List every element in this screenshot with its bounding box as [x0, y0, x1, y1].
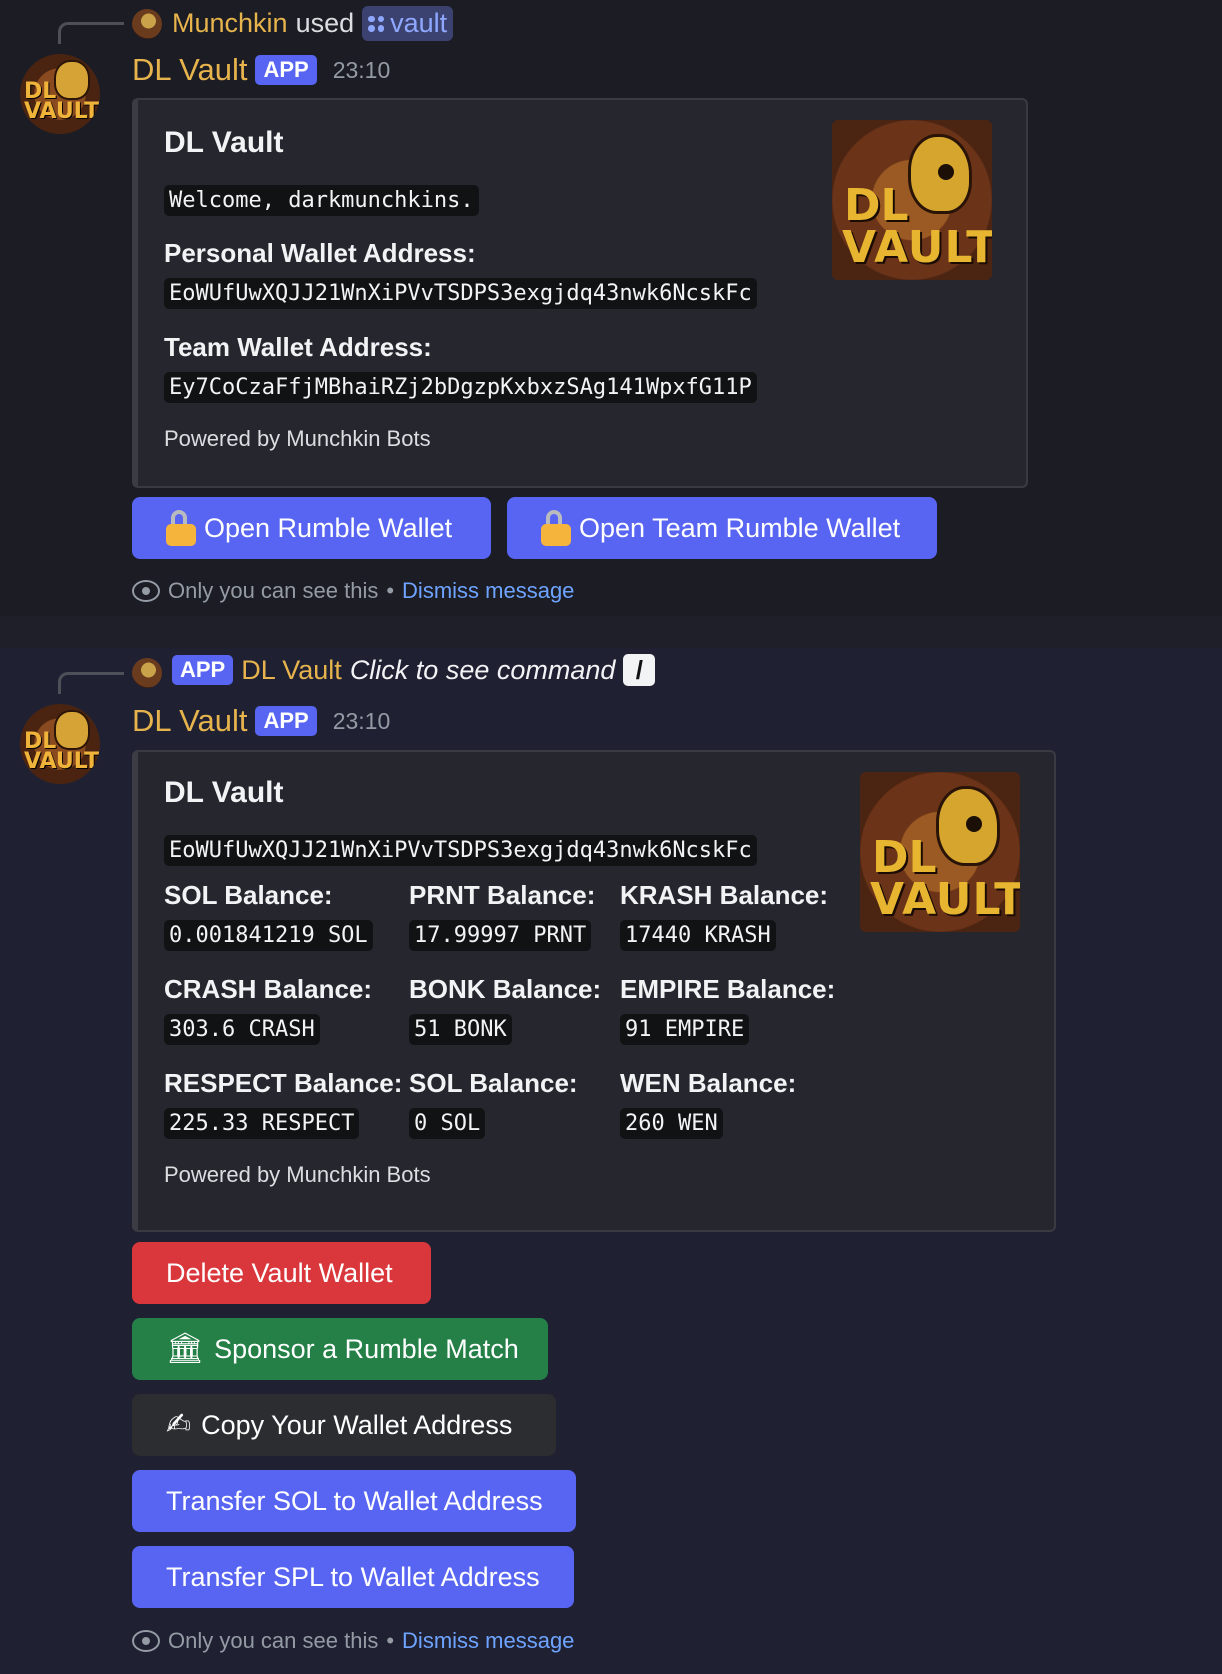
open-rumble-wallet-button[interactable]: Open Rumble Wallet — [132, 497, 491, 559]
message-header: DL Vault APP 23:10 — [132, 52, 390, 88]
embed-footer: Powered by Munchkin Bots — [164, 1162, 431, 1187]
balance-value: 17440 KRASH — [620, 920, 776, 951]
embed-footer: Powered by Munchkin Bots — [164, 426, 431, 451]
balance-label: KRASH Balance: — [620, 880, 829, 910]
ephemeral-notice: Only you can see this • Dismiss message — [132, 578, 574, 604]
bot-name[interactable]: DL Vault — [132, 703, 247, 739]
message-header: DL Vault APP 23:10 — [132, 703, 390, 739]
ephemeral-text: Only you can see this — [168, 578, 379, 603]
balance-label: SOL Balance: — [409, 1068, 578, 1098]
bot-avatar[interactable]: DL VAULT — [20, 54, 100, 134]
balance-label: PRNT Balance: — [409, 880, 596, 910]
wallet-embed: DL Vault Welcome, darkmunchkins. Persona… — [132, 98, 1028, 488]
balance-label: EMPIRE Balance: — [620, 974, 836, 1004]
transfer-sol-label: Transfer SOL to Wallet Address — [166, 1485, 543, 1516]
team-wallet-label: Team Wallet Address: — [164, 332, 432, 362]
reply-context: APP DL Vault Click to see command / — [172, 654, 656, 686]
reply-username[interactable]: Munchkin — [172, 8, 288, 39]
click-to-see-command[interactable]: Click to see command — [350, 655, 616, 686]
user-avatar-small[interactable] — [132, 9, 162, 39]
embed-title: DL Vault — [164, 776, 284, 809]
ephemeral-separator: • — [386, 1628, 395, 1653]
avatar-logo-text: DL VAULT — [24, 79, 100, 124]
personal-wallet-label: Personal Wallet Address: — [164, 238, 476, 268]
message-2: APP DL Vault Click to see command / DL VA… — [0, 648, 1222, 1674]
balance-value: 225.33 RESPECT — [164, 1108, 360, 1139]
open-rumble-wallet-label: Open Rumble Wallet — [204, 512, 453, 543]
slash-command-icon[interactable]: / — [623, 654, 656, 686]
balance-value: 260 WEN — [620, 1108, 723, 1139]
thumb-logo-vault: VAULT — [842, 222, 992, 273]
balance-label: RESPECT Balance: — [164, 1068, 403, 1098]
balance-value: 0 SOL — [409, 1108, 486, 1139]
timestamp: 23:10 — [332, 56, 391, 83]
transfer-spl-button[interactable]: Transfer SPL to Wallet Address — [132, 1546, 574, 1608]
balance-label: SOL Balance: — [164, 880, 333, 910]
dismiss-message-link[interactable]: Dismiss message — [402, 1628, 574, 1654]
open-team-rumble-wallet-label: Open Team Rumble Wallet — [579, 512, 901, 543]
bot-avatar[interactable]: DL VAULT — [20, 704, 100, 784]
bot-avatar-small[interactable] — [132, 658, 162, 688]
sponsor-rumble-match-button[interactable]: 🏛 Sponsor a Rumble Match — [132, 1318, 548, 1380]
message-1: Munchkin used vault DL VAULT DL Vault APP… — [0, 0, 1222, 616]
message-separator — [0, 616, 1222, 648]
eye-icon — [132, 1630, 160, 1652]
balance-label: WEN Balance: — [620, 1068, 797, 1098]
ephemeral-separator: • — [386, 578, 395, 603]
vault-thumbnail[interactable]: DL VAULT — [860, 772, 1020, 932]
reply-used-text: used — [295, 8, 355, 38]
reply-bot-name[interactable]: DL Vault — [241, 655, 342, 686]
lock-icon — [541, 510, 571, 546]
reply-app-badge: APP — [172, 655, 234, 685]
embed-title: DL Vault — [164, 126, 284, 159]
open-team-rumble-wallet-button[interactable]: Open Team Rumble Wallet — [507, 497, 937, 559]
bank-icon: 🏛 — [166, 1332, 205, 1365]
bot-name[interactable]: DL Vault — [132, 52, 247, 88]
balance-value: 17.99997 PRNT — [409, 920, 592, 951]
balance-label: BONK Balance: — [409, 974, 602, 1004]
wallet-address-code[interactable]: EoWUfUwXQJJ21WnXiPVvTSDPS3exgjdq43nwk6Nc… — [164, 835, 757, 866]
vault-thumbnail[interactable]: DL VAULT — [832, 120, 992, 280]
balance-value: 91 EMPIRE — [620, 1014, 750, 1045]
app-badge: APP — [255, 55, 317, 85]
balance-value: 303.6 CRASH — [164, 1014, 320, 1045]
welcome-code: Welcome, darkmunchkins. — [164, 185, 479, 216]
transfer-spl-label: Transfer SPL to Wallet Address — [166, 1561, 540, 1592]
balance-value: 51 BONK — [409, 1014, 512, 1045]
dismiss-message-link[interactable]: Dismiss message — [402, 578, 574, 604]
transfer-sol-button[interactable]: Transfer SOL to Wallet Address — [132, 1470, 576, 1532]
reply-connector — [58, 672, 124, 694]
timestamp: 23:10 — [332, 707, 391, 734]
writing-hand-icon: ✍ — [166, 1408, 192, 1441]
delete-vault-wallet-button[interactable]: Delete Vault Wallet — [132, 1242, 431, 1304]
reply-connector — [58, 22, 124, 44]
thumb-logo-vault: VAULT — [870, 874, 1020, 925]
copy-wallet-address-button[interactable]: ✍ Copy Your Wallet Address — [132, 1394, 556, 1456]
avatar-logo-text: DL VAULT — [24, 729, 100, 774]
personal-wallet-address[interactable]: EoWUfUwXQJJ21WnXiPVvTSDPS3exgjdq43nwk6Nc… — [164, 278, 757, 309]
command-name: vault — [390, 8, 448, 38]
ephemeral-notice: Only you can see this • Dismiss message — [132, 1628, 574, 1654]
balances-embed: DL Vault EoWUfUwXQJJ21WnXiPVvTSDPS3exgjd… — [132, 750, 1056, 1232]
balance-value: 0.001841219 SOL — [164, 920, 373, 951]
slash-command-chip[interactable]: vault — [362, 6, 454, 41]
slash-command-icon — [368, 15, 385, 32]
sponsor-rumble-match-label: Sponsor a Rumble Match — [214, 1333, 519, 1364]
reply-context: Munchkin used vault — [172, 6, 454, 41]
delete-vault-wallet-label: Delete Vault Wallet — [166, 1257, 393, 1288]
balance-label: CRASH Balance: — [164, 974, 373, 1004]
lock-icon — [166, 510, 196, 546]
eye-icon — [132, 580, 160, 602]
ephemeral-text: Only you can see this — [168, 1628, 379, 1653]
team-wallet-address[interactable]: Ey7CoCzaFfjMBhaiRZj2bDgzpKxbxzSAg141Wpxf… — [164, 372, 757, 403]
app-badge: APP — [255, 706, 317, 736]
copy-wallet-address-label: Copy Your Wallet Address — [201, 1409, 513, 1440]
